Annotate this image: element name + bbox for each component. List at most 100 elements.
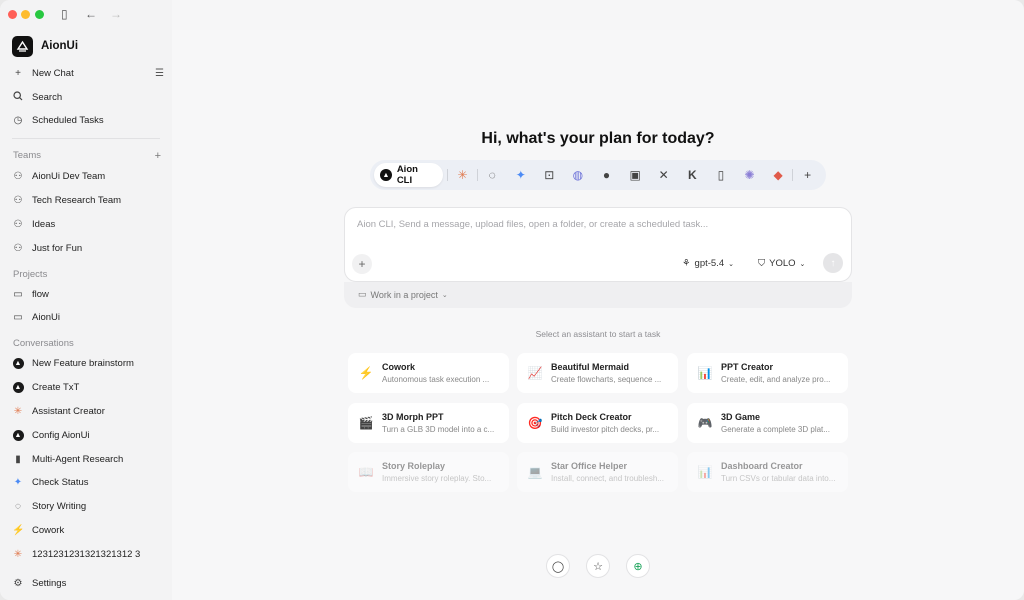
- new-chat-button[interactable]: + New Chat ☰: [12, 64, 164, 82]
- message-composer[interactable]: Aion CLI, Send a message, upload files, …: [344, 207, 852, 282]
- github-icon[interactable]: ●: [592, 168, 621, 182]
- maximize-window-button[interactable]: [35, 10, 44, 19]
- work-in-project-button[interactable]: ▭ Work in a project ⌄: [358, 289, 448, 300]
- sidebar-toggle-icon[interactable]: ▯: [61, 7, 68, 21]
- assistant-card[interactable]: ⚡ Cowork Autonomous task execution ...: [348, 353, 509, 393]
- swirl-icon[interactable]: ✺: [735, 168, 764, 182]
- conversation-label: Multi-Agent Research: [32, 453, 124, 465]
- star-icon: ☆: [593, 560, 603, 573]
- model-selector[interactable]: ⚘ gpt-5.4 ⌄: [682, 258, 734, 269]
- chat-bubble-button[interactable]: ◯: [546, 554, 570, 578]
- assistant-card[interactable]: 🎬 3D Morph PPT Turn a GLB 3D model into a…: [348, 403, 509, 443]
- search-icon: [12, 90, 24, 104]
- aion-icon: ▲: [12, 381, 24, 393]
- team-item[interactable]: ⚇ AionUi Dev Team: [12, 167, 164, 185]
- chevron-down-icon: ⌄: [728, 260, 734, 268]
- card-title: Pitch Deck Creator: [551, 412, 632, 422]
- robot-icon[interactable]: ⊡: [535, 168, 564, 182]
- conversation-item[interactable]: ▲ Config AionUi: [12, 426, 164, 444]
- plus-icon: +: [15, 67, 21, 79]
- folder-icon: ▭: [13, 311, 23, 323]
- planet-icon[interactable]: ◍: [564, 168, 593, 182]
- gemini-icon[interactable]: ✦: [506, 168, 535, 182]
- computer-icon: 💻: [527, 465, 543, 479]
- assistant-card[interactable]: 🎮 3D Game Generate a complete 3D plat...: [687, 403, 848, 443]
- team-label: Ideas: [32, 218, 56, 230]
- page-title: Hi, what's your plan for today?: [481, 130, 715, 147]
- search-button[interactable]: Search: [12, 88, 164, 106]
- add-agent-icon[interactable]: +: [793, 168, 822, 182]
- team-item[interactable]: ⚇ Just for Fun: [12, 239, 164, 257]
- kimi-icon[interactable]: K: [678, 168, 707, 182]
- team-item[interactable]: ⚇ Ideas: [12, 215, 164, 233]
- assistant-card[interactable]: 📖 Story Roleplay Immersive story roleplay…: [348, 452, 509, 492]
- projects-title: Projects: [13, 269, 48, 280]
- send-button[interactable]: ↑: [823, 253, 843, 273]
- clapper-icon: 🎬: [358, 416, 374, 430]
- model-label: gpt-5.4: [694, 258, 725, 269]
- assistant-card[interactable]: 📊 PPT Creator Create, edit, and analyze p…: [687, 353, 848, 393]
- title-bar: ▯ ← →: [0, 0, 172, 30]
- card-title: 3D Game: [721, 412, 761, 422]
- conversation-item[interactable]: ▮ Multi-Agent Research: [12, 450, 164, 468]
- team-item[interactable]: ⚇ Tech Research Team: [12, 191, 164, 209]
- scheduled-tasks-button[interactable]: ◷ Scheduled Tasks: [12, 111, 164, 129]
- diamond-icon[interactable]: ◆: [764, 168, 793, 182]
- close-window-button[interactable]: [8, 10, 17, 19]
- conversation-item[interactable]: ✳ 1231231231321321312 3: [12, 545, 164, 563]
- assistant-card[interactable]: 📊 Dashboard Creator Turn CSVs or tabular …: [687, 452, 848, 492]
- active-agent-label: Aion CLI: [396, 164, 418, 186]
- gamepad-icon: 🎮: [697, 416, 713, 430]
- globe-icon: ⊕: [633, 560, 643, 573]
- agent-selector-bar: ▲ Aion CLI ✳ ◌ ✦ ⊡ ◍ ● ▣ ✕ K ▯ ✺ ◆ +: [370, 160, 826, 190]
- conversation-item[interactable]: ✦ Check Status: [12, 473, 164, 491]
- conversation-item[interactable]: ▲ New Feature brainstorm: [12, 354, 164, 372]
- chat-icon[interactable]: ◌: [478, 168, 507, 182]
- conversation-item[interactable]: ◌ Story Writing: [12, 497, 164, 515]
- assistant-card[interactable]: 💻 Star Office Helper Install, connect, an…: [517, 452, 678, 492]
- new-chat-label: New Chat: [32, 67, 74, 79]
- mode-selector[interactable]: ⛉ YOLO ⌄: [758, 258, 805, 269]
- assistant-card[interactable]: 📈 Beautiful Mermaid Create flowcharts, se…: [517, 353, 678, 393]
- agent-tab-aion-cli[interactable]: ▲ Aion CLI: [374, 163, 444, 187]
- claude-icon[interactable]: ✳: [448, 168, 477, 182]
- message-input[interactable]: Aion CLI, Send a message, upload files, …: [357, 219, 708, 230]
- globe-button[interactable]: ⊕: [626, 554, 650, 578]
- conversation-item[interactable]: ⚡ Cowork: [12, 521, 164, 539]
- star-button[interactable]: ☆: [586, 554, 610, 578]
- window-icon[interactable]: ▯: [707, 168, 736, 182]
- card-title: Cowork: [382, 362, 416, 372]
- attach-button[interactable]: +: [352, 254, 372, 274]
- project-item[interactable]: ▭ flow: [12, 285, 164, 303]
- terminal-icon[interactable]: ▣: [621, 168, 650, 182]
- assistant-card[interactable]: 🎯 Pitch Deck Creator Build investor pitch…: [517, 403, 678, 443]
- back-arrow-icon[interactable]: ←: [85, 7, 97, 21]
- card-title: Beautiful Mermaid: [551, 362, 630, 372]
- bar-chart-icon: 📊: [697, 465, 713, 479]
- team-label: Tech Research Team: [32, 194, 122, 206]
- chevron-down-icon: ⌄: [799, 260, 806, 268]
- sidebar: ▯ ← → AionUi + New Chat ☰ Search ◷ Sched…: [0, 0, 172, 600]
- project-item[interactable]: ▭ AionUi: [12, 308, 164, 326]
- conversation-item[interactable]: ▲ Create TxT: [12, 378, 164, 396]
- project-label: AionUi: [32, 311, 60, 323]
- people-icon: ⚇: [13, 170, 23, 182]
- minimize-window-button[interactable]: [21, 10, 30, 19]
- card-desc: Autonomous task execution ...: [382, 375, 490, 384]
- model-icon: ⚘: [682, 258, 691, 269]
- project-bar: ▭ Work in a project ⌄: [344, 282, 852, 308]
- people-icon: ⚇: [13, 194, 23, 206]
- aion-icon: ▲: [380, 169, 392, 181]
- card-title: PPT Creator: [721, 362, 774, 372]
- list-view-icon[interactable]: ☰: [155, 68, 164, 79]
- x-icon[interactable]: ✕: [649, 168, 678, 182]
- project-label: flow: [32, 288, 49, 300]
- add-team-icon[interactable]: +: [155, 150, 161, 162]
- conversations-section-header: Conversations: [13, 338, 161, 349]
- card-desc: Generate a complete 3D plat...: [721, 425, 830, 434]
- folder-icon: ▭: [358, 289, 367, 299]
- settings-button[interactable]: ⚙ Settings: [12, 574, 164, 592]
- forward-arrow-icon[interactable]: →: [110, 7, 122, 21]
- aionui-logo-icon: [12, 35, 33, 57]
- conversation-item[interactable]: ✳ Assistant Creator: [12, 402, 164, 420]
